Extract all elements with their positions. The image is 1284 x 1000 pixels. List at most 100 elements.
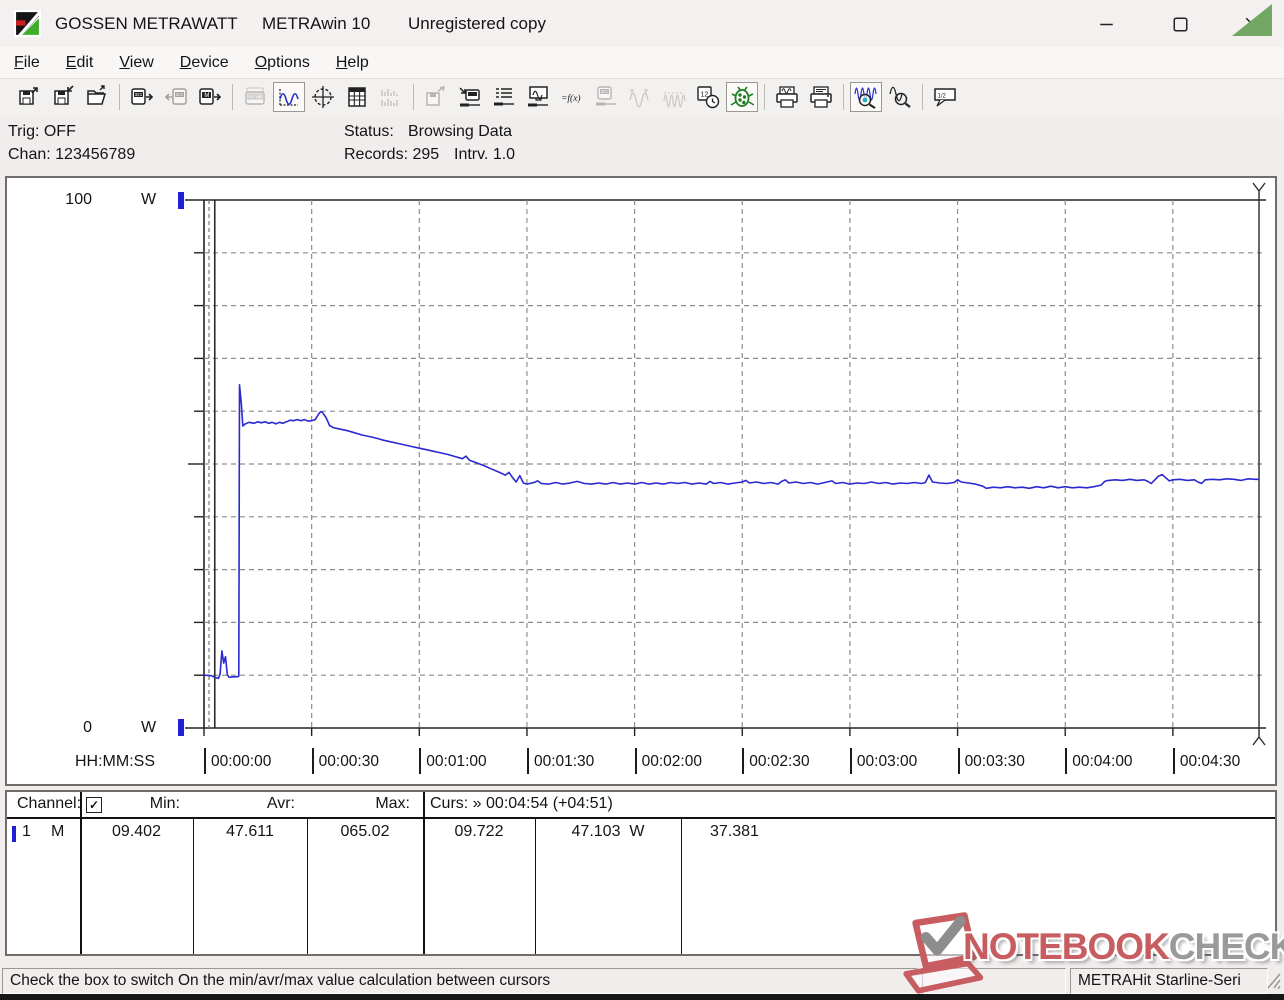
time-tick-label: 00:01:00: [426, 753, 486, 771]
save-as-button[interactable]: [47, 82, 79, 112]
trigger-status: Trig: OFF: [8, 123, 76, 141]
column-divider: [681, 819, 682, 954]
save-file-button[interactable]: [13, 82, 45, 112]
menu-options[interactable]: Options: [241, 47, 322, 78]
debug-mode-button[interactable]: [726, 82, 758, 112]
cursor2-unit: W: [629, 823, 644, 840]
menu-bar: File Edit View Device Options Help: [0, 47, 1284, 78]
minmax-checkbox[interactable]: ✓: [86, 797, 102, 813]
resize-grip[interactable]: [1266, 972, 1282, 990]
time-tick-label: 00:00:30: [319, 753, 379, 771]
avr-header: Avr:: [233, 795, 295, 813]
toolbar: 321321M1257=f(x)321121/2: [0, 78, 1284, 115]
export-data-button: [420, 82, 452, 112]
device-write-icon: [458, 85, 482, 109]
sine2-icon: [662, 85, 686, 109]
time-tick: [527, 748, 529, 774]
open-file-button[interactable]: [81, 82, 113, 112]
formula-icon: =f(x): [560, 85, 584, 109]
svg-text:1257: 1257: [249, 94, 259, 99]
app-logo-icon: [14, 10, 41, 37]
y-axis-unit-bottom: W: [141, 719, 156, 737]
metrawin-window: GOSSEN METRAWATT METRAwin 10 Unregistere…: [0, 0, 1284, 1000]
time-tick: [419, 748, 421, 774]
trigger-burst-button: [658, 82, 690, 112]
cursor1-value: 09.722: [423, 823, 535, 841]
max-header: Max:: [348, 795, 410, 813]
minimize-button[interactable]: [1083, 8, 1129, 40]
comment-icon: 1/2: [933, 85, 957, 109]
interval-value: Intrv. 1.0: [454, 146, 515, 164]
store-device-config-button[interactable]: [454, 82, 486, 112]
channel-list: Chan: 123456789: [8, 146, 135, 164]
clock-icon: 12: [696, 85, 720, 109]
time-tick-label: 00:01:30: [534, 753, 594, 771]
export-icon: [424, 85, 448, 109]
read-memory-button[interactable]: M: [194, 82, 226, 112]
read-device-button[interactable]: 321: [126, 82, 158, 112]
time-tick: [204, 748, 206, 774]
svg-text:321: 321: [601, 89, 609, 94]
time-axis: 00:00:0000:00:3000:01:0000:01:3000:02:00…: [7, 748, 1275, 780]
time-tick: [635, 748, 637, 774]
print-wave-icon: [775, 85, 799, 109]
channel-number: 1: [22, 823, 31, 841]
chart-plot[interactable]: [7, 178, 1275, 784]
status-bar: Check the box to switch On the min/avr/m…: [0, 966, 1284, 994]
header-divider: [7, 817, 1275, 819]
view-chart-button[interactable]: [273, 82, 305, 112]
histogram-icon: [379, 85, 403, 109]
view-histogram-button: [375, 82, 407, 112]
printer-icon: [809, 85, 833, 109]
y-axis-min-label: 0: [52, 719, 92, 737]
maximize-icon: [1173, 17, 1188, 32]
measurement-table: Channel: ✓ Min: Avr: Max: Curs: » 00:04:…: [5, 790, 1277, 956]
time-tick: [1065, 748, 1067, 774]
min-header: Min:: [118, 795, 180, 813]
time-tick: [850, 748, 852, 774]
zoom-in-button[interactable]: [850, 82, 882, 112]
license-status: Unregistered copy: [408, 0, 546, 47]
svg-text:1/2: 1/2: [938, 94, 947, 100]
time-tick-label: 00:03:00: [857, 753, 917, 771]
formula-button[interactable]: =f(x): [556, 82, 588, 112]
svg-text:321: 321: [135, 92, 143, 97]
menu-help[interactable]: Help: [322, 47, 381, 78]
print-button[interactable]: [805, 82, 837, 112]
maximize-button[interactable]: [1157, 8, 1203, 40]
view-table-button[interactable]: [341, 82, 373, 112]
view-scope-button[interactable]: [307, 82, 339, 112]
time-tick-label: 00:04:00: [1072, 753, 1132, 771]
time-tick-label: 00:03:30: [965, 753, 1025, 771]
time-tick: [1173, 748, 1175, 774]
menu-device[interactable]: Device: [166, 47, 241, 78]
channel-mode: M: [51, 823, 64, 841]
time-tick: [742, 748, 744, 774]
y-axis-max-label: 100: [52, 191, 92, 209]
menu-edit[interactable]: Edit: [52, 47, 106, 78]
schedule-button[interactable]: 12: [692, 82, 724, 112]
scope-icon: [311, 85, 335, 109]
column-divider: [80, 792, 82, 954]
status-value: Browsing Data: [408, 123, 512, 141]
menu-view[interactable]: View: [105, 47, 165, 78]
annotations-button[interactable]: 1/2: [929, 82, 961, 112]
display-settings-button[interactable]: [522, 82, 554, 112]
checkmark-icon: ✓: [89, 799, 99, 811]
product-name: METRAwin 10: [262, 0, 370, 47]
channel-settings-button[interactable]: [488, 82, 520, 112]
delta-value: 37.381: [710, 823, 759, 841]
zoom-out-button[interactable]: [884, 82, 916, 112]
corner-triangle-decoration: [1232, 4, 1272, 36]
meter-out-icon: 321: [130, 85, 154, 109]
toolbar-separator: [413, 84, 414, 110]
time-tick: [958, 748, 960, 774]
print-preview-button[interactable]: [771, 82, 803, 112]
min-value: 09.402: [80, 823, 193, 841]
zoom-in-icon: [854, 85, 878, 109]
toolbar-separator: [922, 84, 923, 110]
menu-file[interactable]: File: [0, 47, 52, 78]
window-bottom-edge: [0, 994, 1284, 1000]
table-icon: [345, 85, 369, 109]
cursor-header: Curs: » 00:04:54 (+04:51): [430, 795, 613, 813]
